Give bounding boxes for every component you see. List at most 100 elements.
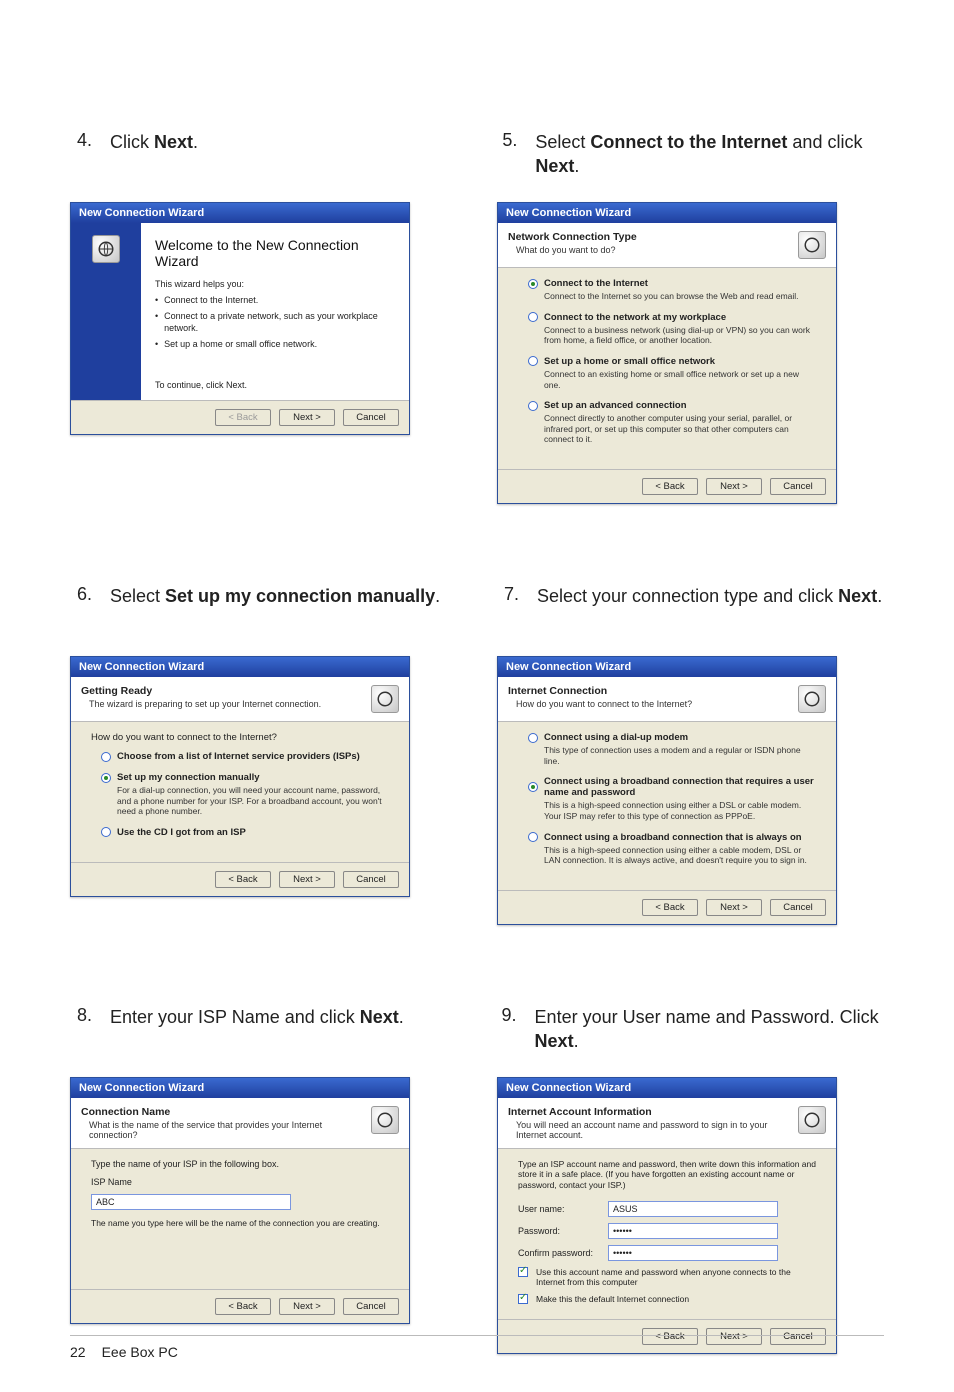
intro-text: Type an ISP account name and password, t… [518, 1159, 816, 1191]
confirm-password-input[interactable]: •••••• [608, 1245, 778, 1261]
option-workplace[interactable]: Connect to the network at my workplace C… [528, 312, 816, 346]
option-advanced[interactable]: Set up an advanced connection Connect di… [528, 400, 816, 445]
welcome-item: •Set up a home or small office network. [155, 339, 395, 350]
wizard-welcome-body: Welcome to the New Connection Wizard Thi… [71, 223, 409, 400]
next-button[interactable]: Next > [706, 478, 762, 495]
back-button[interactable]: < Back [215, 409, 271, 426]
wizard-step9: New Connection Wizard Internet Account I… [497, 1077, 837, 1354]
wizard-footer: < Back Next > Cancel [498, 890, 836, 924]
wizard-body: How do you want to connect to the Intern… [71, 722, 409, 862]
step-5: 5. Select Connect to the Internet and cl… [497, 130, 884, 184]
radio-icon [528, 312, 538, 322]
wizard-header-title: Connection Name [81, 1106, 363, 1118]
option-dialup[interactable]: Connect using a dial-up modem This type … [528, 732, 816, 766]
wizard-step4: New Connection Wizard Welcome to the New… [70, 202, 410, 435]
isp-name-input[interactable]: ABC [91, 1194, 291, 1210]
option-broadband-always[interactable]: Connect using a broadband connection tha… [528, 832, 816, 866]
radio-icon [528, 832, 538, 842]
wizard-step8: New Connection Wizard Connection Name Wh… [70, 1077, 410, 1324]
radio-icon [101, 752, 111, 762]
option-isp-list[interactable]: Choose from a list of Internet service p… [101, 751, 389, 762]
username-label: User name: [518, 1204, 598, 1214]
option-connect-internet[interactable]: Connect to the Internet Connect to the I… [528, 278, 816, 302]
isp-name-label: ISP Name [91, 1177, 132, 1187]
wizard-step5: New Connection Wizard Network Connection… [497, 202, 837, 504]
wizard-header: Getting Ready The wizard is preparing to… [71, 677, 409, 722]
radio-icon [528, 279, 538, 289]
cancel-button[interactable]: Cancel [343, 1298, 399, 1315]
cancel-button[interactable]: Cancel [343, 871, 399, 888]
password-label: Password: [518, 1226, 598, 1236]
back-button[interactable]: < Back [642, 899, 698, 916]
page-number: 22 [70, 1344, 86, 1360]
username-input[interactable]: ASUS [608, 1201, 778, 1217]
back-button[interactable]: < Back [642, 478, 698, 495]
prompt-text: Type the name of your ISP in the followi… [91, 1159, 389, 1169]
hint-text: The name you type here will be the name … [91, 1218, 389, 1228]
wizard-header-sub: What do you want to do? [508, 245, 790, 255]
network-icon [371, 685, 399, 713]
option-home-network[interactable]: Set up a home or small office network Co… [528, 356, 816, 390]
wizard-header: Internet Account Information You will ne… [498, 1098, 836, 1149]
wizard-header-title: Getting Ready [81, 685, 363, 697]
password-input[interactable]: •••••• [608, 1223, 778, 1239]
radio-icon [528, 401, 538, 411]
wizard-footer: < Back Next > Cancel [71, 862, 409, 896]
step-6: 6. Select Set up my connection manually. [70, 584, 457, 638]
wizard-header-title: Internet Connection [508, 685, 790, 697]
wizard-titlebar: New Connection Wizard [71, 657, 409, 677]
cancel-button[interactable]: Cancel [770, 899, 826, 916]
network-icon [92, 235, 120, 263]
wizard-header-title: Internet Account Information [508, 1106, 790, 1118]
step-8: 8. Enter your ISP Name and click Next. [70, 1005, 457, 1059]
step-text: Select Connect to the Internet and click… [535, 130, 884, 179]
wizard-header-sub: How do you want to connect to the Intern… [508, 699, 790, 709]
next-button[interactable]: Next > [706, 1328, 762, 1345]
step-9: 9. Enter your User name and Password. Cl… [497, 1005, 884, 1059]
network-icon [798, 1106, 826, 1134]
wizard-header-sub: You will need an account name and passwo… [508, 1120, 790, 1140]
next-button[interactable]: Next > [279, 409, 335, 426]
wizard-footer: < Back Next > Cancel [71, 1289, 409, 1323]
welcome-heading: Welcome to the New Connection Wizard [155, 237, 395, 269]
cancel-button[interactable]: Cancel [770, 478, 826, 495]
wizard-footer: < Back Next > Cancel [498, 469, 836, 503]
confirm-password-label: Confirm password: [518, 1248, 598, 1258]
wizard-body: Type an ISP account name and password, t… [498, 1149, 836, 1319]
default-connection-checkbox[interactable]: Make this the default Internet connectio… [518, 1294, 816, 1305]
option-manual[interactable]: Set up my connection manually For a dial… [101, 772, 389, 817]
step-text: Select Set up my connection manually. [110, 584, 440, 608]
radio-icon [528, 782, 538, 792]
next-button[interactable]: Next > [279, 1298, 335, 1315]
step-num: 7. [497, 584, 519, 605]
network-icon [798, 231, 826, 259]
wizard-titlebar: New Connection Wizard [498, 1078, 836, 1098]
welcome-intro: This wizard helps you: [155, 279, 395, 289]
welcome-item: •Connect to a private network, such as y… [155, 311, 395, 334]
next-button[interactable]: Next > [706, 899, 762, 916]
wizard-header: Internet Connection How do you want to c… [498, 677, 836, 722]
footer-rule [70, 1335, 884, 1336]
radio-icon [528, 733, 538, 743]
page-footer: 22 Eee Box PC [70, 1344, 178, 1360]
cancel-button[interactable]: Cancel [770, 1328, 826, 1345]
network-icon [371, 1106, 399, 1134]
cancel-button[interactable]: Cancel [343, 409, 399, 426]
step-num: 4. [70, 130, 92, 151]
back-button[interactable]: < Back [215, 871, 271, 888]
wizard-side-art [71, 223, 141, 400]
network-icon [798, 685, 826, 713]
use-account-checkbox[interactable]: Use this account name and password when … [518, 1267, 816, 1288]
wizard-header-sub: The wizard is preparing to set up your I… [81, 699, 363, 709]
option-cd[interactable]: Use the CD I got from an ISP [101, 827, 389, 838]
back-button[interactable]: < Back [215, 1298, 271, 1315]
back-button[interactable]: < Back [642, 1328, 698, 1345]
wizard-header: Network Connection Type What do you want… [498, 223, 836, 268]
wizard-body: Connect to the Internet Connect to the I… [498, 268, 836, 469]
wizard-step6: New Connection Wizard Getting Ready The … [70, 656, 410, 897]
step-num: 8. [70, 1005, 92, 1026]
next-button[interactable]: Next > [279, 871, 335, 888]
option-broadband-login[interactable]: Connect using a broadband connection tha… [528, 776, 816, 821]
wizard-titlebar: New Connection Wizard [71, 203, 409, 223]
radio-icon [528, 356, 538, 366]
